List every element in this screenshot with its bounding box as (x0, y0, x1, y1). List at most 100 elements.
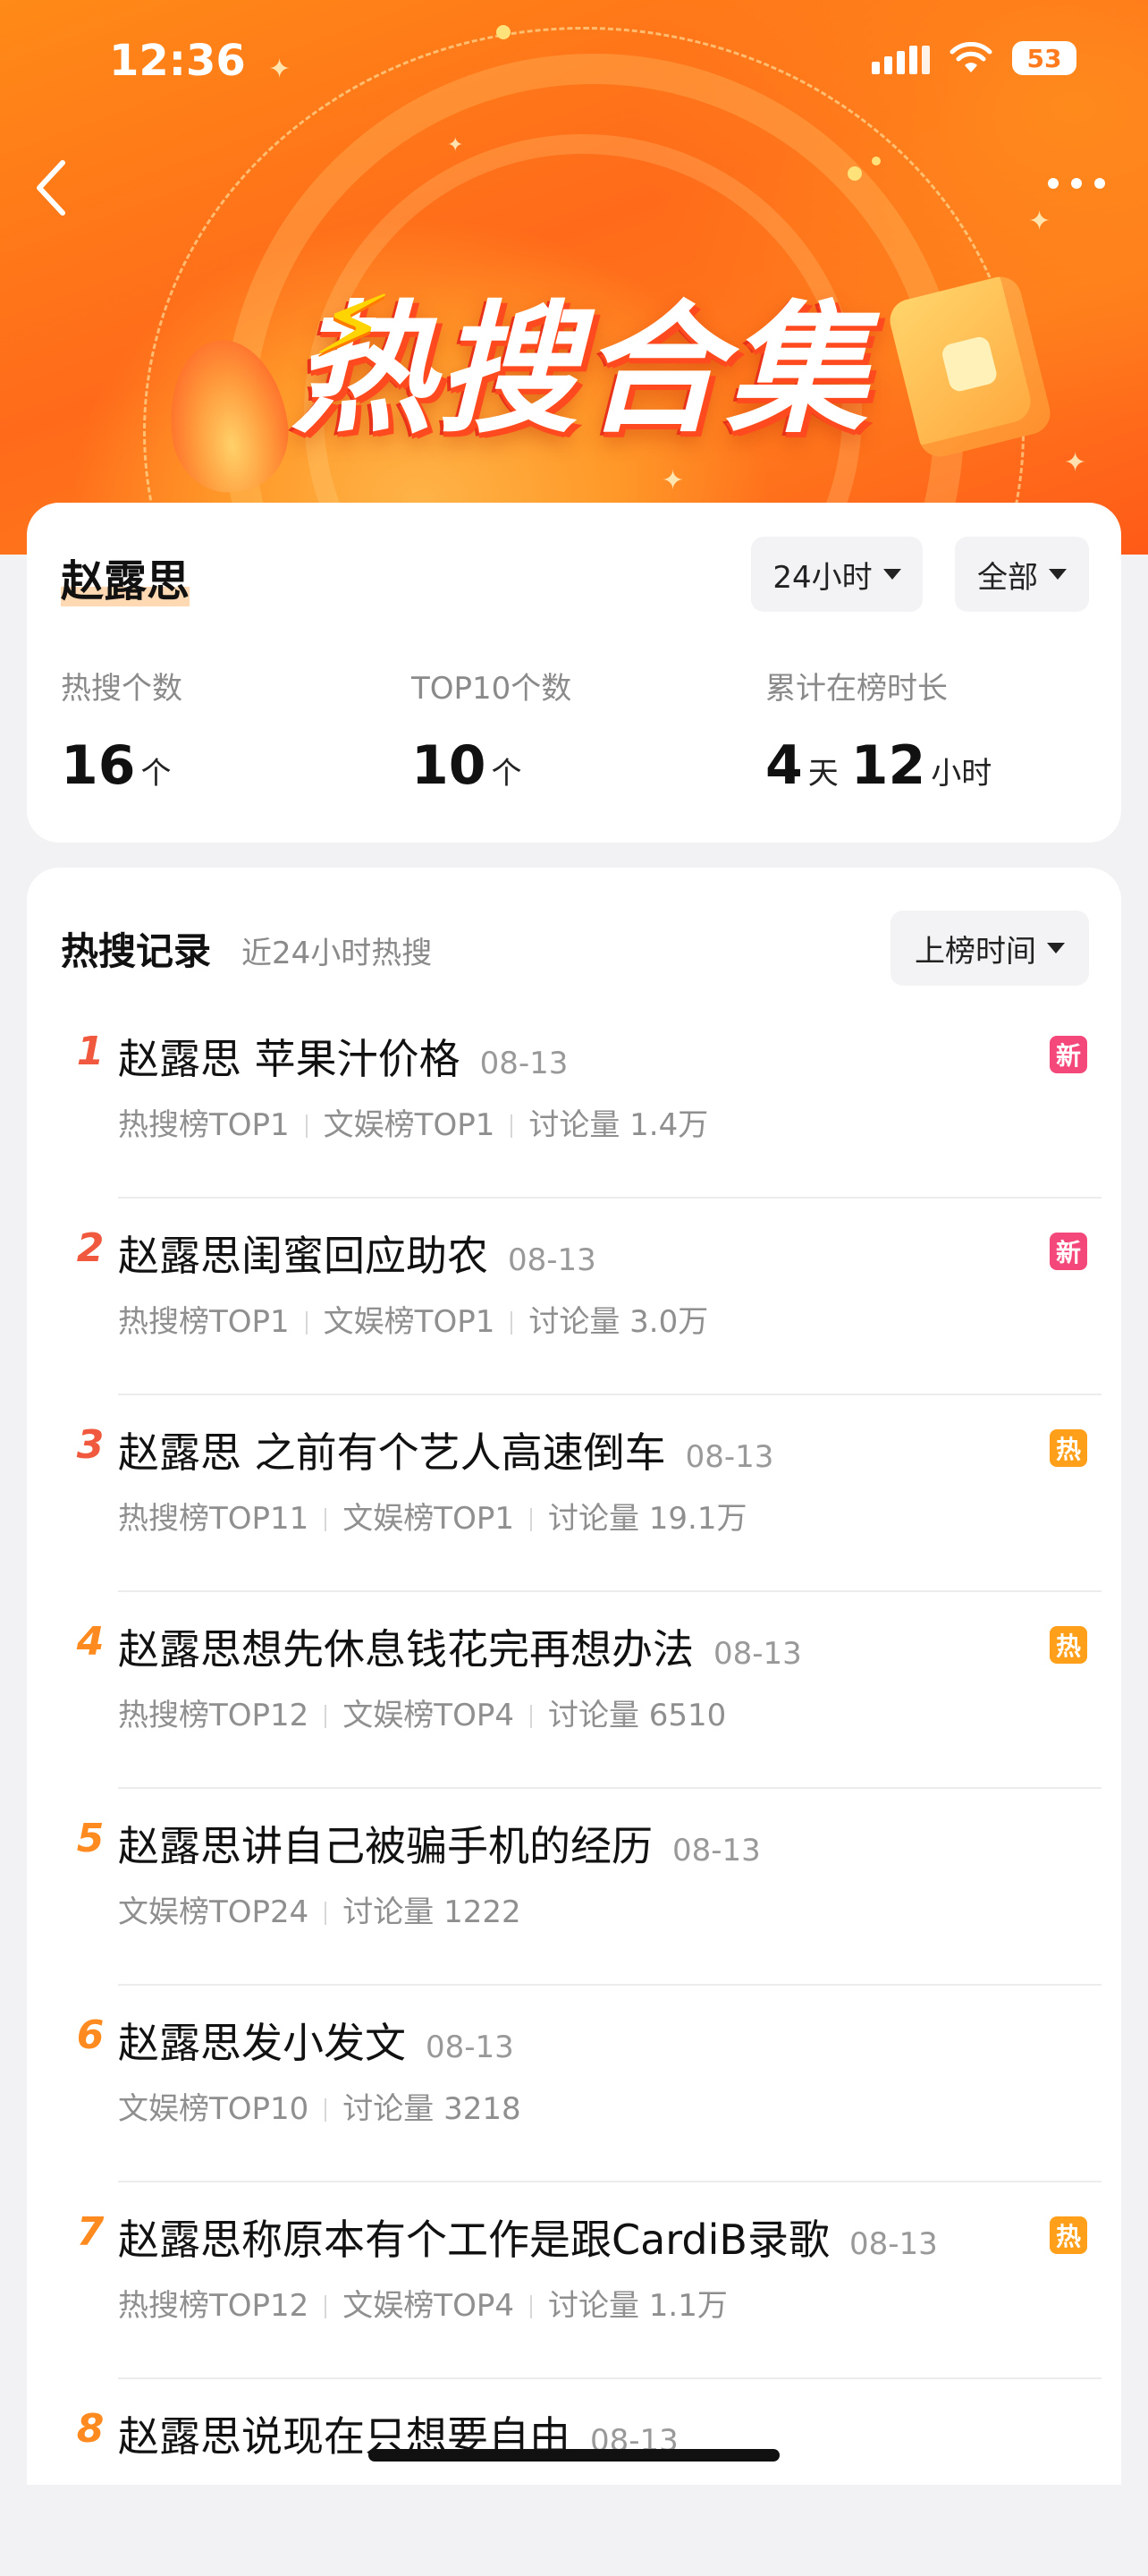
record-meta: 热搜榜TOP12 文娱榜TOP4 讨论量 1.1万 (118, 2281, 728, 2325)
stat-number: 4 (765, 734, 803, 797)
record-item[interactable]: 4 赵露思想先休息钱花完再想办法 08-13 热搜榜TOP12 文娱榜TOP4 讨论量 6… (27, 1592, 1121, 1789)
record-title-text: 赵露思闺蜜回应助农 (118, 1232, 488, 1280)
record-item[interactable]: 2 赵露思闺蜜回应助农 08-13 热搜榜TOP1 文娱榜TOP1 讨论量 3.0万 新 (27, 1199, 1121, 1395)
sparkle-icon: ✦ (268, 54, 291, 85)
stat-number: 10 (411, 734, 486, 797)
scope-filter-label: 全部 (977, 559, 1038, 596)
stat-number: 12 (850, 734, 926, 797)
record-meta-tag: 文娱榜TOP1 (323, 1304, 495, 1340)
record-title: 赵露思 之前有个艺人高速倒车 08-13 (118, 1420, 773, 1479)
sort-dropdown[interactable]: 上榜时间 (891, 911, 1089, 986)
record-title-text: 赵露思讲自己被骗手机的经历 (118, 1822, 653, 1870)
record-meta: 文娱榜TOP10 讨论量 3218 (118, 2084, 521, 2128)
sort-label: 上榜时间 (915, 933, 1036, 970)
stat-unit: 个 (491, 756, 522, 792)
status-icons: 53 (872, 41, 1076, 75)
record-meta-tag: 讨论量 3218 (342, 2091, 521, 2127)
more-options-icon[interactable] (1041, 161, 1112, 206)
caret-down-icon (1047, 943, 1065, 953)
meta-separator (305, 1114, 308, 1138)
record-item[interactable]: 3 赵露思 之前有个艺人高速倒车 08-13 热搜榜TOP11 文娱榜TOP1 讨论量 1… (27, 1395, 1121, 1592)
record-date: 08-13 (479, 1046, 569, 1081)
record-meta-tag: 文娱榜TOP24 (118, 1894, 309, 1930)
meta-separator (325, 2098, 327, 2122)
record-rank: 4 (76, 1619, 105, 1665)
record-date: 08-13 (508, 1242, 596, 1278)
record-title: 赵露思发小发文 08-13 (118, 2011, 514, 2070)
record-meta: 热搜榜TOP11 文娱榜TOP1 讨论量 19.1万 (118, 1494, 747, 1538)
record-rank: 6 (76, 2012, 105, 2058)
stat-label: 累计在榜时长 (765, 671, 948, 707)
record-rank: 7 (76, 2209, 105, 2255)
stat-number: 16 (61, 734, 136, 797)
hot-badge: 热 (1050, 1429, 1087, 1467)
record-date: 08-13 (713, 1636, 802, 1672)
sparkle-icon: ✦ (1064, 447, 1087, 479)
record-meta-tag: 文娱榜TOP4 (342, 1698, 514, 1733)
record-meta-tag: 文娱榜TOP1 (323, 1107, 495, 1143)
record-item[interactable]: 1 赵露思 苹果汁价格 08-13 热搜榜TOP1 文娱榜TOP1 讨论量 1.4万 新 (27, 1002, 1121, 1199)
record-item[interactable]: 5 赵露思讲自己被骗手机的经历 08-13 文娱榜TOP24 讨论量 1222 (27, 1789, 1121, 1986)
record-rank: 1 (76, 1029, 105, 1074)
record-title: 赵露思称原本有个工作是跟CardiB录歌 08-13 (118, 2207, 938, 2267)
time-filter-dropdown[interactable]: 24小时 (751, 537, 923, 612)
meta-separator (529, 1705, 532, 1728)
record-title-text: 赵露思发小发文 (118, 2019, 406, 2067)
record-date: 08-13 (426, 2029, 514, 2065)
time-filter-label: 24小时 (772, 559, 873, 596)
hot-badge: 热 (1050, 1626, 1087, 1664)
meta-separator (529, 1508, 532, 1531)
record-title-text: 赵露思想先休息钱花完再想办法 (118, 1625, 694, 1674)
decorative-dot (848, 166, 862, 181)
sparkle-icon: ✦ (447, 134, 464, 157)
battery-icon: 53 (1012, 41, 1076, 75)
back-chevron-icon[interactable] (27, 152, 80, 224)
meta-separator (305, 1311, 308, 1335)
record-meta: 热搜榜TOP1 文娱榜TOP1 讨论量 1.4万 (118, 1100, 708, 1144)
record-meta-tag: 讨论量 3.0万 (528, 1304, 709, 1340)
record-meta-tag: 文娱榜TOP1 (342, 1501, 514, 1537)
record-rank: 3 (76, 1422, 105, 1468)
scope-filter-dropdown[interactable]: 全部 (955, 537, 1089, 612)
stat-label: 热搜个数 (61, 671, 182, 707)
record-item[interactable]: 7 赵露思称原本有个工作是跟CardiB录歌 08-13 热搜榜TOP12 文娱榜TOP… (27, 2182, 1121, 2379)
stat-hot-count: 热搜个数 16 个 (61, 664, 184, 797)
meta-separator (511, 1311, 513, 1335)
record-meta: 热搜榜TOP1 文娱榜TOP1 讨论量 3.0万 (118, 1297, 708, 1341)
new-badge: 新 (1050, 1036, 1087, 1073)
record-rank: 8 (76, 2406, 105, 2452)
record-title: 赵露思闺蜜回应助农 08-13 (118, 1224, 596, 1283)
record-item[interactable]: 8 赵露思说现在只想要自由 08-13 (27, 2379, 1121, 2576)
records-title: 热搜记录 (61, 929, 212, 973)
records-card: 热搜记录 近24小时热搜 上榜时间 1 赵露思 苹果汁价格 08-13 热搜榜TOP1… (27, 868, 1121, 2485)
record-meta-tag: 热搜榜TOP11 (118, 1501, 309, 1537)
stat-unit: 小时 (931, 756, 992, 792)
hot-badge: 热 (1050, 2216, 1087, 2254)
stat-value: 16 个 (61, 734, 184, 797)
stat-value: 4 天 12 小时 (765, 734, 1004, 797)
stat-unit: 天 (807, 756, 839, 792)
records-subtitle: 近24小时热搜 (241, 936, 433, 971)
record-title-text: 赵露思称原本有个工作是跟CardiB录歌 (118, 2216, 830, 2264)
record-title-text: 赵露思 苹果汁价格 (118, 1035, 460, 1083)
stat-total-duration: 累计在榜时长 4 天 12 小时 (765, 664, 1004, 797)
meta-separator (325, 1902, 327, 1925)
stat-unit: 个 (140, 756, 172, 792)
record-meta-tag: 讨论量 6510 (547, 1698, 727, 1733)
record-meta-tag: 文娱榜TOP4 (342, 2288, 514, 2324)
record-item[interactable]: 6 赵露思发小发文 08-13 文娱榜TOP10 讨论量 3218 (27, 1986, 1121, 2182)
decorative-dot (496, 25, 511, 39)
caret-down-icon (882, 569, 901, 580)
meta-separator (529, 2295, 532, 2318)
record-meta-tag: 讨论量 1.1万 (547, 2288, 728, 2324)
record-meta-tag: 热搜榜TOP12 (118, 1698, 309, 1733)
record-title: 赵露思想先休息钱花完再想办法 08-13 (118, 1617, 802, 1676)
sparkle-icon: ✦ (662, 465, 685, 496)
record-meta-tag: 热搜榜TOP1 (118, 1304, 290, 1340)
record-rank: 5 (76, 1816, 105, 1861)
stat-label: TOP10个数 (411, 671, 572, 707)
record-meta-tag: 文娱榜TOP10 (118, 2091, 309, 2127)
meta-separator (511, 1114, 513, 1138)
record-title: 赵露思 苹果汁价格 08-13 (118, 1027, 568, 1086)
record-date: 08-13 (672, 1833, 761, 1868)
